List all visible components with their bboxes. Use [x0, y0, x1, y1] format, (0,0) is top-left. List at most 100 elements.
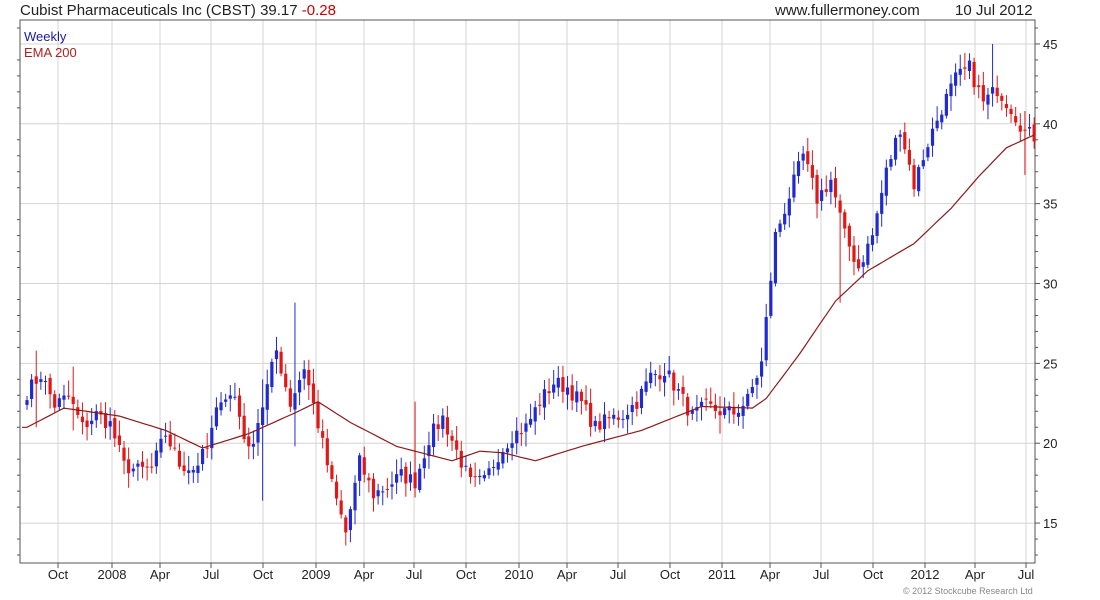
- candle-body: [164, 435, 168, 437]
- candle-body: [34, 376, 38, 384]
- candle-body: [935, 120, 939, 129]
- candle-body: [958, 68, 962, 75]
- candle-body: [57, 398, 61, 407]
- candle-body: [732, 407, 736, 415]
- y-tick-label: 20: [1043, 436, 1057, 451]
- candle-body: [108, 421, 112, 427]
- candle-body: [122, 447, 126, 461]
- candle-body: [524, 423, 528, 432]
- candle-body: [348, 509, 352, 531]
- candle-body: [302, 369, 306, 379]
- candle-body: [926, 147, 930, 158]
- candle-body: [824, 189, 828, 192]
- candle-body: [293, 393, 297, 410]
- candle-body: [53, 394, 57, 408]
- candle-body: [1000, 95, 1004, 101]
- candle-body: [182, 465, 186, 472]
- x-tick-label: Jul: [1018, 567, 1035, 582]
- candle-body: [723, 408, 727, 415]
- candle-body: [131, 468, 135, 472]
- candle-body: [445, 417, 450, 435]
- candle-body: [90, 420, 94, 425]
- x-tick-label: Oct: [660, 567, 681, 582]
- candle-body: [949, 83, 953, 97]
- candle-body: [676, 389, 681, 391]
- x-tick-label: Apr: [965, 567, 986, 582]
- candle-body: [62, 395, 66, 400]
- x-tick-label: Apr: [150, 567, 171, 582]
- x-tick-label: Apr: [354, 567, 375, 582]
- candle-body: [584, 400, 588, 405]
- candle-body: [510, 443, 514, 448]
- candle-body: [376, 490, 380, 497]
- x-tick-label: Oct: [253, 567, 274, 582]
- legend-ema: EMA 200: [24, 45, 77, 60]
- candle-body: [561, 377, 565, 392]
- candle-body: [468, 467, 473, 478]
- candle-body: [672, 372, 676, 391]
- candle-body: [66, 395, 71, 397]
- candle-body: [247, 436, 251, 447]
- candle-body: [542, 389, 547, 408]
- candle-body: [404, 466, 408, 484]
- y-tick-label: 30: [1043, 277, 1057, 292]
- x-tick-label: Oct: [456, 567, 477, 582]
- candle-body: [311, 383, 316, 404]
- candle-body: [339, 500, 343, 515]
- candle-body: [893, 137, 898, 160]
- candle-body: [362, 457, 366, 475]
- candle-body: [667, 370, 671, 375]
- candle-body: [810, 165, 814, 178]
- candle-body: [995, 87, 999, 97]
- candle-body: [736, 412, 741, 417]
- candle-body: [1014, 116, 1018, 123]
- candle-body: [820, 190, 824, 201]
- candle-body: [473, 476, 477, 478]
- candle-body: [30, 379, 34, 399]
- x-tick-label: 2010: [505, 567, 534, 582]
- candle-body: [764, 317, 768, 361]
- candle-body: [358, 455, 362, 481]
- candle-body: [237, 395, 242, 417]
- candle-body: [940, 114, 944, 123]
- chart-grid: [20, 20, 1035, 563]
- candle-body: [681, 386, 685, 394]
- candle-body: [482, 475, 486, 479]
- x-tick-label: 2012: [911, 567, 940, 582]
- candle-body: [792, 174, 796, 198]
- candle-body: [861, 262, 865, 267]
- candle-body: [1004, 104, 1009, 109]
- candle-body: [219, 402, 223, 411]
- candle-body: [884, 167, 888, 196]
- x-tick-label: 2008: [98, 567, 127, 582]
- candle-body: [316, 402, 320, 429]
- candle-body: [533, 407, 537, 422]
- candle-body: [870, 235, 875, 245]
- y-tick-label: 40: [1043, 117, 1057, 132]
- y-tick-label: 45: [1043, 37, 1057, 52]
- candle-body: [127, 459, 131, 474]
- x-tick-label: Jul: [610, 567, 627, 582]
- x-tick-label: Apr: [760, 567, 781, 582]
- candle-body: [113, 417, 117, 439]
- candle-body: [325, 438, 329, 466]
- candle-body: [455, 440, 459, 450]
- x-tick-label: Oct: [863, 567, 884, 582]
- candle-body: [658, 375, 662, 380]
- candle-body: [917, 167, 921, 192]
- candle-body: [251, 443, 255, 447]
- y-tick-label: 15: [1043, 516, 1057, 531]
- candle-body: [76, 407, 80, 415]
- candle-body: [699, 401, 704, 407]
- y-axis: 15 20 25 30 35 40 45: [17, 27, 1057, 556]
- candle-body: [787, 198, 791, 216]
- candle-body: [478, 475, 482, 478]
- candle-body: [1018, 125, 1022, 132]
- candle-body: [256, 423, 260, 443]
- candle-body: [653, 374, 657, 376]
- candle-body: [385, 489, 389, 491]
- candle-body: [972, 62, 976, 88]
- candle-body: [168, 434, 172, 447]
- candle-body: [838, 200, 842, 213]
- candle-body: [464, 465, 468, 467]
